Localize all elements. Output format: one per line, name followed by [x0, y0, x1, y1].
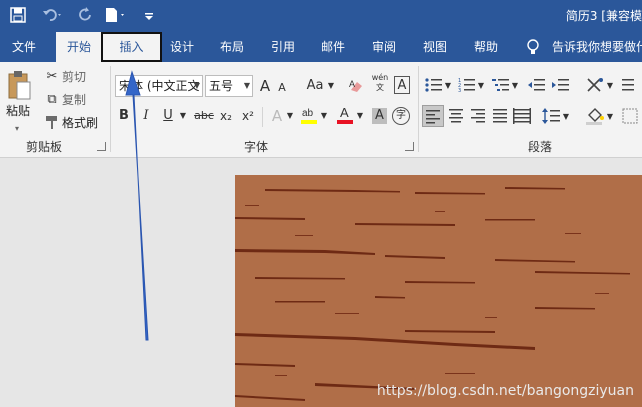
shrink-font-icon[interactable]: A	[276, 79, 288, 97]
redo-icon[interactable]	[78, 7, 94, 25]
ribbon-tabs: 文件 开始 插入 设计 布局 引用 邮件 审阅 视图 帮助 告诉我你想要做什	[0, 32, 642, 62]
ribbon: 粘贴 ▾ ✂ 剪切 ⧉ 复制 格式刷 剪贴板 宋体 (中文正文 ▼ 五号 ▼ A A…	[0, 62, 642, 158]
svg-text:A: A	[340, 105, 349, 120]
chevron-down-icon[interactable]: ▼	[511, 77, 519, 95]
underline-icon[interactable]: U	[162, 107, 174, 125]
italic-icon[interactable]: I	[140, 107, 152, 125]
font-color-icon[interactable]: A	[336, 104, 354, 132]
phonetic-guide-icon[interactable]: wén 文	[370, 73, 390, 93]
svg-text:A: A	[349, 79, 355, 89]
align-center-icon[interactable]	[447, 108, 465, 130]
font-name-value: 宋体 (中文正文	[119, 79, 200, 93]
customize-icon[interactable]	[144, 7, 154, 25]
paste-dropdown-icon[interactable]: ▾	[15, 120, 19, 138]
cut-button[interactable]: 剪切	[62, 68, 86, 86]
cut-icon[interactable]: ✂	[44, 68, 60, 86]
copy-button[interactable]: 复制	[62, 91, 86, 109]
font-size-value: 五号	[209, 79, 234, 93]
chevron-down-icon[interactable]: ▼	[444, 77, 452, 95]
grow-font-icon[interactable]: A	[258, 77, 272, 95]
align-right-icon[interactable]	[469, 108, 487, 130]
character-shading-icon[interactable]: A	[372, 108, 387, 124]
tell-me-input[interactable]: 告诉我你想要做什	[552, 32, 642, 62]
undo-icon[interactable]	[42, 7, 64, 25]
multilevel-list-icon[interactable]	[492, 77, 510, 99]
chevron-down-icon: ▼	[193, 81, 200, 90]
highlight-icon[interactable]: ab	[300, 104, 318, 132]
distributed-icon[interactable]	[513, 108, 531, 130]
superscript-icon[interactable]: x²	[240, 107, 256, 125]
clipboard-launcher-icon[interactable]	[97, 142, 106, 151]
font-group-label: 字体	[243, 140, 268, 154]
font-launcher-icon[interactable]	[405, 142, 414, 151]
chevron-down-icon[interactable]: ▼	[477, 77, 485, 95]
svg-text:ab: ab	[302, 108, 314, 119]
numbering-icon[interactable]: 123	[458, 77, 476, 99]
title-bar: 简历3 [兼容模	[0, 0, 642, 32]
line-spacing-icon[interactable]	[542, 108, 560, 130]
paragraph-shading-icon[interactable]	[586, 107, 604, 131]
document-area[interactable]: https://blog.csdn.net/bangongziyuan	[0, 158, 642, 407]
tab-mailings[interactable]: 邮件	[313, 32, 353, 62]
group-separator	[418, 66, 419, 152]
tab-design[interactable]: 设计	[162, 32, 202, 62]
font-size-combo[interactable]: 五号 ▼	[205, 75, 253, 97]
chinese-layout-icon[interactable]	[586, 77, 604, 99]
tab-review[interactable]: 审阅	[364, 32, 404, 62]
character-border-icon[interactable]: A	[394, 76, 410, 94]
chevron-down-icon[interactable]: ▼	[320, 107, 328, 125]
increase-indent-icon[interactable]	[552, 77, 570, 99]
chevron-down-icon[interactable]: ▼	[606, 77, 614, 95]
group-separator	[110, 66, 111, 152]
copy-icon[interactable]: ⧉	[44, 91, 60, 109]
tab-file[interactable]: 文件	[0, 32, 48, 62]
tab-help[interactable]: 帮助	[466, 32, 506, 62]
font-name-combo[interactable]: 宋体 (中文正文 ▼	[115, 75, 203, 97]
save-icon[interactable]	[10, 7, 26, 25]
chevron-down-icon[interactable]: ▼	[606, 108, 614, 126]
strikethrough-icon[interactable]: abc	[194, 107, 214, 125]
tab-insert[interactable]: 插入	[101, 32, 162, 62]
tab-home[interactable]: 开始	[56, 32, 102, 62]
align-left-icon[interactable]	[422, 105, 444, 127]
paste-icon[interactable]	[6, 68, 32, 102]
document-title: 简历3 [兼容模	[565, 9, 642, 23]
lightbulb-icon	[526, 32, 540, 62]
decrease-indent-icon[interactable]	[528, 77, 546, 99]
chevron-down-icon[interactable]: ▼	[356, 107, 364, 125]
clear-formatting-icon[interactable]: A	[348, 77, 364, 101]
format-painter-button[interactable]: 格式刷	[62, 114, 98, 132]
change-case-icon[interactable]: Aa	[304, 77, 326, 95]
watermark-text: https://blog.csdn.net/bangongziyuan	[376, 383, 634, 399]
clipboard-group-label: 剪贴板	[25, 140, 62, 154]
chevron-down-icon[interactable]: ▼	[326, 77, 336, 95]
borders-icon[interactable]	[622, 108, 640, 130]
text-effects-icon[interactable]: A	[270, 107, 284, 125]
phonetic-guide-text: wén	[371, 73, 389, 82]
bold-icon[interactable]: B	[118, 107, 130, 125]
chevron-down-icon[interactable]: ▼	[178, 107, 188, 125]
sort-icon[interactable]	[622, 77, 640, 99]
chevron-down-icon[interactable]: ▼	[286, 107, 294, 125]
divider	[262, 107, 263, 127]
document-page[interactable]: https://blog.csdn.net/bangongziyuan	[235, 175, 642, 407]
format-painter-icon[interactable]	[44, 114, 60, 136]
bullets-icon[interactable]	[425, 77, 443, 99]
tab-layout[interactable]: 布局	[212, 32, 252, 62]
chevron-down-icon[interactable]: ▼	[562, 108, 570, 126]
new-doc-icon[interactable]	[104, 7, 128, 25]
subscript-icon[interactable]: x₂	[218, 107, 234, 125]
svg-text:3: 3	[458, 88, 461, 93]
justify-icon[interactable]	[491, 108, 509, 130]
enclose-characters-icon[interactable]: 字	[392, 107, 410, 125]
paragraph-group-label: 段落	[527, 140, 552, 154]
wood-texture-image	[235, 187, 630, 401]
paste-button[interactable]: 粘贴	[6, 102, 30, 120]
chevron-down-icon: ▼	[243, 81, 250, 90]
tab-view[interactable]: 视图	[415, 32, 455, 62]
tab-references[interactable]: 引用	[263, 32, 303, 62]
